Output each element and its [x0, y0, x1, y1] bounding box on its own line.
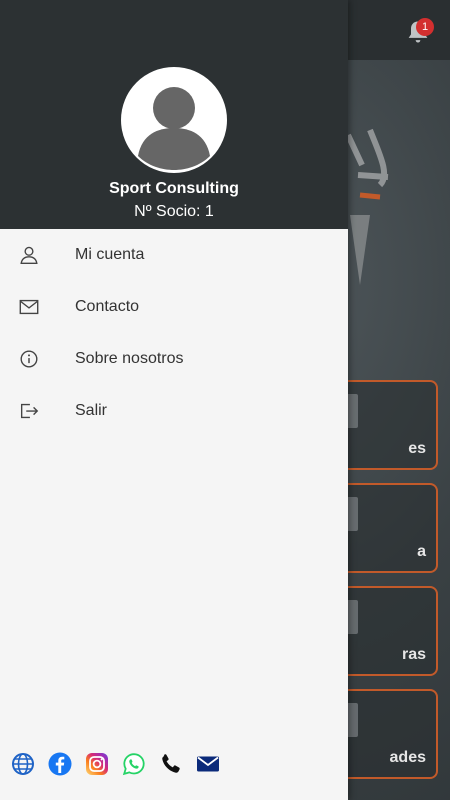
menu-item-salir[interactable]: Salir: [0, 385, 348, 437]
drawer-menu: Mi cuenta Contacto Sobre nosotros Salir: [0, 229, 348, 437]
navigation-drawer: Sport Consulting Nº Socio: 1 Mi cuenta C…: [0, 0, 348, 800]
social-links: [11, 752, 220, 776]
menu-item-sobre-nosotros[interactable]: Sobre nosotros: [0, 333, 348, 385]
drawer-header: Sport Consulting Nº Socio: 1: [0, 0, 348, 229]
phone-link[interactable]: [159, 752, 183, 776]
whatsapp-link[interactable]: [122, 752, 146, 776]
email-icon: [197, 756, 219, 772]
menu-item-label: Sobre nosotros: [75, 350, 184, 367]
facebook-icon: [48, 752, 72, 776]
menu-item-label: Mi cuenta: [75, 246, 145, 263]
instagram-icon: [86, 753, 108, 775]
menu-item-mi-cuenta[interactable]: Mi cuenta: [0, 229, 348, 281]
menu-item-contacto[interactable]: Contacto: [0, 281, 348, 333]
globe-icon: [12, 753, 34, 775]
member-number: Nº Socio: 1: [134, 203, 214, 220]
phone-icon: [162, 754, 180, 773]
user-name: Sport Consulting: [109, 180, 239, 197]
menu-item-label: Salir: [75, 402, 108, 419]
notification-badge: 1: [416, 18, 434, 36]
email-link[interactable]: [196, 752, 220, 776]
logo-mark: [345, 128, 389, 285]
facebook-link[interactable]: [48, 752, 72, 776]
avatar[interactable]: [121, 67, 227, 173]
menu-item-label: Contacto: [75, 298, 140, 315]
info-icon: [20, 350, 38, 368]
logout-icon: [20, 403, 39, 419]
whatsapp-icon: [122, 753, 145, 776]
user-placeholder-icon: [124, 70, 224, 170]
instagram-link[interactable]: [85, 752, 109, 776]
website-link[interactable]: [11, 752, 35, 776]
mail-icon: [19, 299, 39, 315]
person-icon: [20, 246, 38, 264]
